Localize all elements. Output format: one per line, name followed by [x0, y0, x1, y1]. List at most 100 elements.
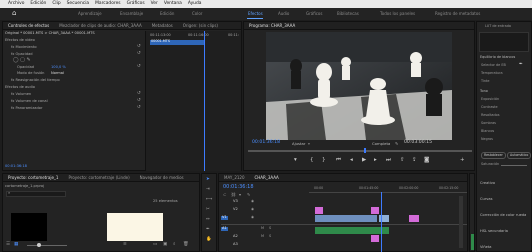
video-clip[interactable]	[315, 207, 323, 214]
menu-graficos[interactable]: Gráficos	[127, 1, 145, 6]
snap-icon[interactable]: ⊂	[223, 193, 226, 197]
program-playhead[interactable]	[364, 148, 366, 153]
project-thumbnail-color-matte[interactable]	[107, 213, 163, 241]
solo-icon[interactable]: S	[269, 234, 271, 239]
section-creative[interactable]: Creativo	[480, 181, 495, 186]
workspace-audio[interactable]: Audio	[278, 12, 289, 16]
project-thumbnail-black[interactable]	[11, 213, 47, 241]
go-to-in-icon[interactable]: ⏮	[336, 157, 341, 164]
track-select-tool-icon[interactable]: ⇥	[206, 187, 210, 193]
effect-controls-timecode[interactable]: 00:01:36:18	[5, 164, 27, 169]
solo-icon[interactable]: S	[269, 226, 271, 231]
reset-icon[interactable]: ↺	[137, 91, 141, 97]
home-icon[interactable]: ⌂	[12, 10, 16, 17]
tab-media-browser[interactable]: Navegador de medios	[135, 175, 189, 180]
effect-volumen-canal[interactable]: fx Volumen de canal	[11, 99, 48, 104]
blend-mode-select[interactable]: Normal	[51, 71, 64, 76]
menu-ver[interactable]: Ver	[151, 1, 158, 6]
program-video-frame[interactable]	[266, 32, 452, 140]
reset-icon[interactable]: ↺	[137, 105, 141, 111]
workspace-todos[interactable]: Todos los paneles	[380, 12, 415, 16]
mini-playhead[interactable]	[204, 31, 205, 171]
effect-time-remap[interactable]: fx Reasignación del tiempo	[11, 78, 60, 83]
timeline-playhead[interactable]	[381, 192, 382, 252]
play-icon[interactable]: ▶	[362, 157, 366, 164]
menu-clip[interactable]: Clip	[52, 1, 60, 6]
track-header-v1[interactable]: V1	[221, 215, 228, 220]
fit-dropdown[interactable]: Ajustar	[292, 142, 305, 146]
program-timecode[interactable]: 00:01:36:18	[252, 140, 280, 146]
search-icon[interactable]: ⌕	[173, 242, 176, 248]
tab-program[interactable]: Programa: CHAR_3AAA	[244, 23, 300, 28]
tone-section[interactable]: Tono	[480, 89, 488, 93]
extract-icon[interactable]: ⇪	[412, 157, 417, 164]
reset-button[interactable]: Restablecer	[481, 152, 506, 160]
video-clip[interactable]	[315, 215, 377, 222]
step-back-icon[interactable]: ◂	[350, 157, 353, 164]
marker-icon[interactable]: ▾	[294, 157, 297, 164]
zoom-slider-handle[interactable]	[37, 243, 41, 247]
track-header-v3[interactable]: V3	[233, 199, 238, 204]
chevron-down-icon[interactable]: ▾	[308, 142, 310, 146]
track-header-v2[interactable]: V2	[233, 207, 238, 212]
add-marker-icon[interactable]: ▾	[239, 193, 241, 197]
new-item-icon[interactable]: ▣	[163, 242, 167, 248]
menu-ventana[interactable]: Ventana	[164, 1, 182, 6]
workspace-edicion[interactable]: Edición	[160, 12, 174, 16]
mute-icon[interactable]: M	[261, 234, 264, 239]
workspace-metadatos[interactable]: Registro de metadatos	[435, 12, 480, 16]
workspace-graficos[interactable]: Gráficos	[306, 12, 322, 16]
tab-sequence-char[interactable]: CHAR_3AAA	[250, 175, 284, 180]
razor-tool-icon[interactable]: ✂	[206, 207, 210, 213]
video-clip[interactable]	[409, 215, 419, 222]
mark-in-icon[interactable]: {	[310, 157, 314, 164]
menu-secuencia[interactable]: Secuencia	[67, 1, 90, 6]
export-frame-icon[interactable]: ◙	[424, 157, 429, 164]
icon-view-icon[interactable]: ▦	[14, 242, 18, 248]
workspace-aprendizaje[interactable]: Aprendizaje	[78, 12, 102, 16]
ripple-edit-tool-icon[interactable]: ⟷	[206, 197, 212, 203]
track-header-a1[interactable]: A1	[221, 226, 228, 231]
lut-input-dropdown[interactable]	[479, 32, 529, 52]
tab-metadata[interactable]: Metadatos	[147, 23, 178, 28]
lift-icon[interactable]: ⇧	[400, 157, 405, 164]
section-hsl[interactable]: HSL secundaria	[480, 229, 508, 234]
workspace-bibliotecas[interactable]: Bibliotecas	[337, 12, 359, 16]
workspace-ensamblaje[interactable]: Ensamblaje	[120, 12, 143, 16]
eyedropper-icon[interactable]: ✒	[519, 62, 523, 68]
slip-tool-icon[interactable]: ↔	[206, 217, 210, 223]
zoom-slider[interactable]	[27, 245, 67, 246]
timeline-scrollbar[interactable]	[459, 196, 463, 248]
timeline-ruler[interactable]	[309, 192, 467, 193]
workspace-efectos[interactable]: Efectos	[248, 12, 263, 16]
mini-clip-bar[interactable]: 00001.MTS	[150, 39, 204, 45]
wrench-icon[interactable]: ✎	[247, 193, 250, 197]
tab-sequence-may[interactable]: MAY_2120	[219, 175, 250, 180]
menu-ayuda[interactable]: Ayuda	[188, 1, 202, 6]
clip-breadcrumb[interactable]: Original * 00001.MTS > CHAR_3AAA * 00001…	[5, 31, 95, 36]
track-header-a3[interactable]: A3	[233, 242, 238, 247]
tab-effect-controls[interactable]: Controles de efectos	[3, 23, 54, 28]
workspace-color[interactable]: Color	[192, 12, 202, 16]
audio-clip[interactable]	[371, 235, 379, 242]
project-search-input[interactable]	[6, 191, 66, 197]
go-to-out-icon[interactable]: ⏭	[386, 157, 391, 164]
sort-icon[interactable]: ≡	[123, 242, 127, 248]
menu-edicion[interactable]: Edición	[30, 1, 46, 6]
tab-project-2[interactable]: Proyecto: cortometraje (Linde)	[63, 175, 134, 180]
effect-movimiento[interactable]: fx Movimiento	[11, 45, 37, 50]
section-vignette[interactable]: Viñeta	[480, 245, 491, 250]
selection-tool-icon[interactable]: ➤	[206, 177, 210, 183]
trash-icon[interactable]: 🗑	[183, 242, 189, 248]
reset-icon[interactable]: ↺	[137, 64, 141, 70]
section-curves[interactable]: Curvas	[480, 197, 492, 202]
timeline-timecode[interactable]: 00:01:36:18	[223, 185, 254, 190]
white-balance-section[interactable]: Equilibrio de blancos	[480, 55, 515, 59]
tab-source[interactable]: Origen: (sin clips)	[178, 23, 223, 28]
eye-icon[interactable]: ◉	[251, 215, 254, 220]
audio-clip[interactable]	[315, 227, 389, 234]
new-bin-icon[interactable]: ▭	[153, 242, 157, 248]
list-view-icon[interactable]: ☰	[6, 242, 10, 248]
hand-tool-icon[interactable]: ✋	[206, 237, 212, 243]
menu-archivo[interactable]: Archivo	[8, 1, 24, 6]
